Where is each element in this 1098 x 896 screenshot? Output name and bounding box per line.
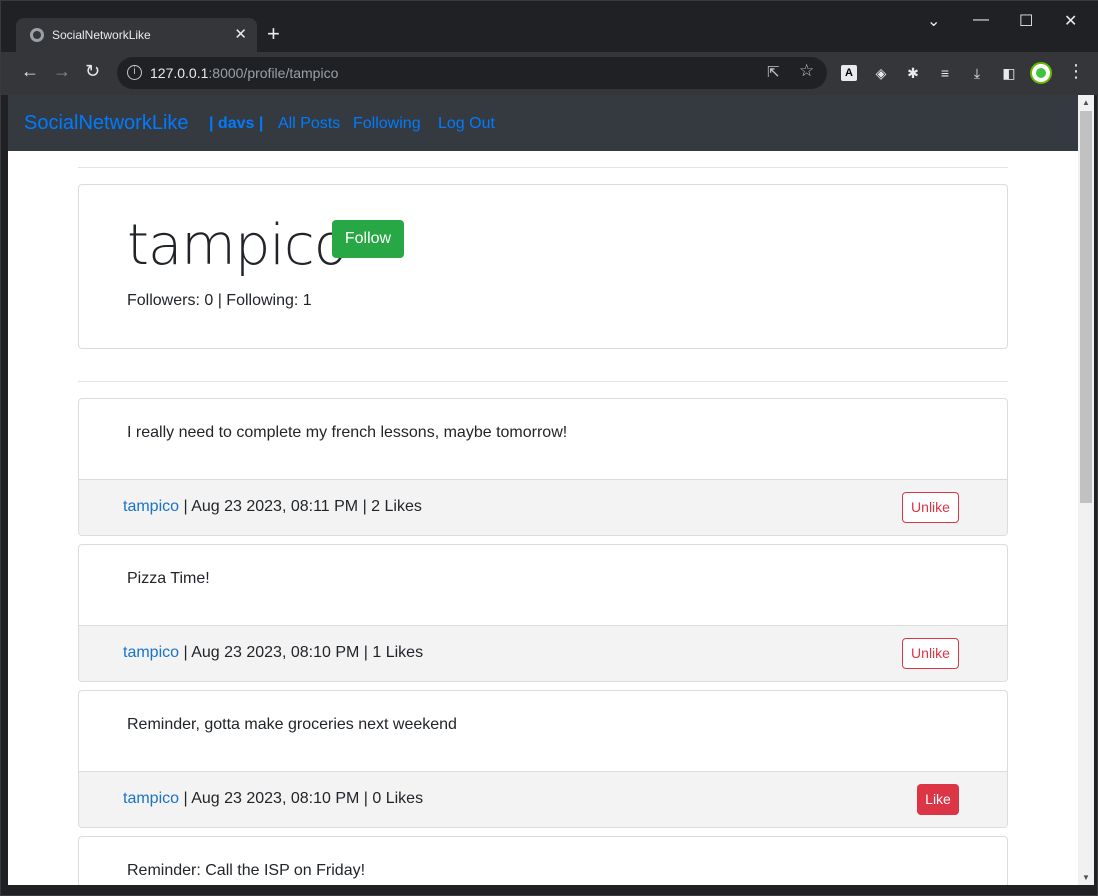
site-navbar: SocialNetworkLike | davs | All Posts Fol…: [8, 95, 1078, 151]
profile-username: tampico: [127, 213, 348, 278]
browser-window: SocialNetworkLike ✕ + ⌄ — ☐ ✕ ← → ↻ i 12…: [0, 0, 1098, 896]
post-author-link[interactable]: tampico: [123, 498, 179, 515]
brand-link[interactable]: SocialNetworkLike: [24, 112, 189, 135]
bookmark-star-icon[interactable]: ☆: [799, 61, 814, 81]
layers-extension-icon[interactable]: ◈: [873, 65, 889, 81]
post-author-link[interactable]: tampico: [123, 644, 179, 661]
follow-button[interactable]: Follow: [332, 220, 404, 258]
post-meta: tampico | Aug 23 2023, 08:10 PM | 0 Like…: [123, 790, 424, 807]
post-footer: tampico | Aug 23 2023, 08:10 PM | 0 Like…: [79, 771, 1007, 827]
post-card: Pizza Time! tampico | Aug 23 2023, 08:10…: [78, 544, 1008, 682]
post-card: I really need to complete my french less…: [78, 398, 1008, 536]
page-viewport: SocialNetworkLike | davs | All Posts Fol…: [8, 95, 1078, 885]
scroll-down-arrow-icon[interactable]: ▼: [1082, 873, 1090, 882]
angular-extension-icon[interactable]: A: [841, 65, 857, 81]
post-body: Pizza Time!: [127, 570, 210, 587]
download-icon[interactable]: ⤓: [969, 65, 985, 81]
like-button[interactable]: Like: [917, 784, 959, 815]
new-tab-icon[interactable]: +: [267, 20, 280, 48]
maximize-icon[interactable]: ☐: [1019, 11, 1033, 31]
post-body: I really need to complete my french less…: [127, 424, 568, 441]
back-icon[interactable]: ←: [21, 61, 39, 82]
scroll-up-arrow-icon[interactable]: ▲: [1082, 98, 1090, 107]
unlike-button[interactable]: Unlike: [902, 492, 959, 523]
info-icon[interactable]: i: [127, 65, 142, 80]
share-icon[interactable]: ⇱: [767, 63, 780, 81]
globe-icon: [30, 28, 44, 42]
menu-dots-icon[interactable]: ⋮: [1067, 61, 1085, 82]
post-footer: tampico | Aug 23 2023, 08:10 PM | 1 Like…: [79, 625, 1007, 681]
browser-tab[interactable]: SocialNetworkLike ✕: [16, 18, 257, 52]
scrollbar-thumb[interactable]: [1080, 111, 1092, 503]
post-body: Reminder, gotta make groceries next week…: [127, 716, 457, 733]
post-card: Reminder, gotta make groceries next week…: [78, 690, 1008, 828]
divider: [78, 381, 1008, 382]
post-card: Reminder: Call the ISP on Friday!: [78, 836, 1008, 885]
profile-avatar[interactable]: [1030, 62, 1052, 84]
profile-card: tampico Follow Followers: 0 | Following:…: [78, 184, 1008, 349]
follow-counts: Followers: 0 | Following: 1: [127, 292, 312, 309]
extensions-puzzle-icon[interactable]: ✱: [905, 65, 921, 81]
post-meta: tampico | Aug 23 2023, 08:10 PM | 1 Like…: [123, 644, 424, 661]
divider: [78, 167, 1008, 168]
reload-icon[interactable]: ↻: [85, 61, 100, 82]
close-window-icon[interactable]: ✕: [1064, 11, 1077, 31]
post-body: Reminder: Call the ISP on Friday!: [127, 862, 366, 879]
tab-strip: SocialNetworkLike ✕ + ⌄ — ☐ ✕: [1, 1, 1098, 52]
browser-toolbar: ← → ↻ i 127.0.0.1:8000/profile/tampico ⇱…: [1, 52, 1098, 95]
media-control-icon[interactable]: ≡: [937, 65, 953, 81]
vertical-scrollbar[interactable]: ▲ ▼: [1078, 95, 1094, 885]
forward-icon[interactable]: →: [53, 61, 71, 82]
post-author-link[interactable]: tampico: [123, 790, 179, 807]
nav-all-posts[interactable]: All Posts: [278, 115, 340, 133]
tab-title: SocialNetworkLike: [52, 28, 151, 42]
url-text[interactable]: 127.0.0.1:8000/profile/tampico: [150, 65, 338, 81]
side-panel-icon[interactable]: ◧: [1001, 65, 1017, 81]
nav-log-out[interactable]: Log Out: [438, 115, 495, 133]
minimize-icon[interactable]: —: [973, 11, 989, 29]
nav-current-user[interactable]: | davs |: [209, 115, 263, 133]
post-meta: tampico | Aug 23 2023, 08:11 PM | 2 Like…: [123, 498, 422, 515]
chevron-down-icon[interactable]: ⌄: [927, 11, 940, 31]
unlike-button[interactable]: Unlike: [902, 638, 959, 669]
nav-following[interactable]: Following: [353, 115, 421, 133]
post-footer: tampico | Aug 23 2023, 08:11 PM | 2 Like…: [79, 479, 1007, 535]
close-tab-icon[interactable]: ✕: [234, 25, 247, 43]
address-bar[interactable]: i 127.0.0.1:8000/profile/tampico ⇱ ☆: [117, 57, 827, 89]
